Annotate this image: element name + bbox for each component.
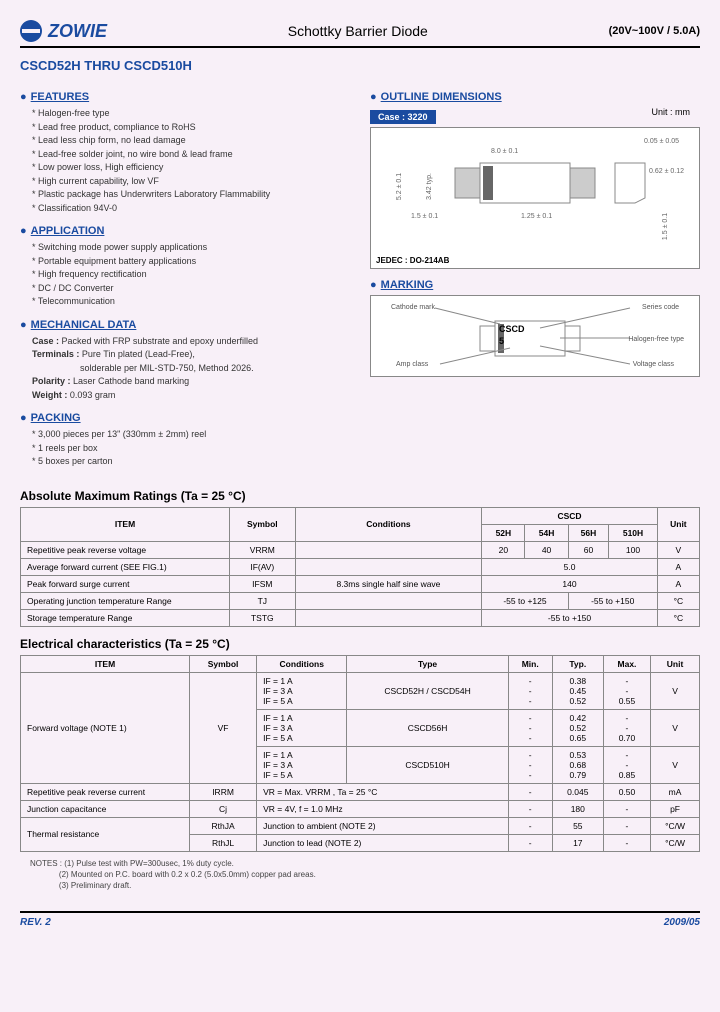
list-item: 1 reels per box xyxy=(32,442,350,456)
outline-head: OUTLINE DIMENSIONS xyxy=(370,91,700,103)
table-row: Forward voltage (NOTE 1) VF IF = 1 AIF =… xyxy=(21,672,700,709)
list-item: High frequency rectification xyxy=(32,268,350,282)
list-item: Classification 94V-0 xyxy=(32,202,350,216)
marking-five: 5 xyxy=(499,336,504,346)
packing-list: 3,000 pieces per 13" (330mm ± 2mm) reel … xyxy=(32,428,350,469)
features-list: Halogen-free type Lead free product, com… xyxy=(32,107,350,215)
th: Unit xyxy=(651,655,700,672)
table-row: Operating junction temperature Range TJ … xyxy=(21,592,700,609)
cathode-mark-label: Cathode mark xyxy=(391,304,435,311)
unit-label: Unit : mm xyxy=(651,107,690,117)
list-item: Switching mode power supply applications xyxy=(32,241,350,255)
terminals-value1: Pure Tin plated (Lead-Free), xyxy=(82,349,195,359)
th-symbol: Symbol xyxy=(230,507,296,541)
abs-ratings-table: ITEM Symbol Conditions CSCD Unit 52H 54H… xyxy=(20,507,700,627)
weight-label: Weight : xyxy=(32,390,67,400)
polarity-label: Polarity : xyxy=(32,376,71,386)
voltage-class-label: Voltage class xyxy=(633,361,674,368)
notes-section: NOTES : (1) Pulse test with PW=300usec, … xyxy=(30,858,700,892)
th-col: 52H xyxy=(482,524,525,541)
th-item: ITEM xyxy=(21,507,230,541)
th: ITEM xyxy=(21,655,190,672)
list-item: Lead-free solder joint, no wire bond & l… xyxy=(32,148,350,162)
brand-logo: ZOWIE xyxy=(20,20,107,42)
elec-char-table: ITEM Symbol Conditions Type Min. Typ. Ma… xyxy=(20,655,700,852)
th-col: 54H xyxy=(525,524,568,541)
mechanical-data: Case : Packed with FRP substrate and epo… xyxy=(32,335,350,403)
amp-class-label: Amp class xyxy=(396,361,428,368)
th-cscd: CSCD xyxy=(482,507,657,524)
elec-char-title: Electrical characteristics (Ta = 25 °C) xyxy=(20,637,700,651)
table-row: Junction capacitance Cj VR = 4V, f = 1.0… xyxy=(21,800,700,817)
note-3: (3) Preliminary draft. xyxy=(59,881,131,890)
logo-icon xyxy=(20,20,42,42)
table-row: Storage temperature Range TSTG -55 to +1… xyxy=(21,609,700,626)
polarity-value: Laser Cathode band marking xyxy=(73,376,189,386)
revision: REV. 2 xyxy=(20,917,51,928)
terminals-label: Terminals : xyxy=(32,349,79,359)
features-head: FEATURES xyxy=(20,91,350,103)
weight-value: 0.093 gram xyxy=(70,390,116,400)
th: Type xyxy=(347,655,508,672)
outline-diagram: 8.0 ± 0.1 0.05 ± 0.05 5.2 ± 0.1 3.42 typ… xyxy=(370,127,700,269)
th-col: 510H xyxy=(609,524,657,541)
list-item: Telecommunication xyxy=(32,295,350,309)
series-code-label: Series code xyxy=(642,304,679,311)
spec-range: (20V~100V / 5.0A) xyxy=(609,25,700,37)
case-value: Packed with FRP substrate and epoxy unde… xyxy=(62,336,258,346)
list-item: Lead free product, compliance to RoHS xyxy=(32,121,350,135)
marking-cscd: CSCD xyxy=(499,324,525,334)
list-item: DC / DC Converter xyxy=(32,282,350,296)
table-row: Repetitive peak reverse current IRRM VR … xyxy=(21,783,700,800)
case-label: Case : xyxy=(32,336,59,346)
marking-diagram: Cathode mark Series code Amp class Halog… xyxy=(370,295,700,377)
brand-name: ZOWIE xyxy=(48,21,107,42)
list-item: Low power loss, High efficiency xyxy=(32,161,350,175)
note-2: (2) Mounted on P.C. board with 0.2 x 0.2… xyxy=(59,870,316,879)
th: Conditions xyxy=(257,655,347,672)
case-tag: Case : 3220 xyxy=(370,110,436,124)
part-number-title: CSCD52H THRU CSCD510H xyxy=(20,58,700,73)
list-item: High current capability, low VF xyxy=(32,175,350,189)
table-row: Thermal resistance RthJA Junction to amb… xyxy=(21,817,700,834)
page-footer: REV. 2 2009/05 xyxy=(20,911,700,928)
jedec-label: JEDEC : DO-214AB xyxy=(376,256,449,265)
list-item: Lead less chip form, no lead damage xyxy=(32,134,350,148)
th-unit: Unit xyxy=(657,507,699,541)
page-header: ZOWIE Schottky Barrier Diode (20V~100V /… xyxy=(20,20,700,48)
th: Max. xyxy=(603,655,650,672)
th-col: 56H xyxy=(568,524,609,541)
application-head: APPLICATION xyxy=(20,225,350,237)
package-drawing-icon xyxy=(371,128,699,268)
footer-date: 2009/05 xyxy=(664,917,700,928)
halogen-label: Halogen-free type xyxy=(628,336,684,343)
notes-label: NOTES : xyxy=(30,859,62,868)
th-conditions: Conditions xyxy=(295,507,482,541)
packing-head: PACKING xyxy=(20,412,350,424)
th: Typ. xyxy=(552,655,603,672)
application-list: Switching mode power supply applications… xyxy=(32,241,350,309)
th: Symbol xyxy=(190,655,257,672)
marking-head: MARKING xyxy=(370,279,700,291)
table-row: Repetitive peak reverse voltage VRRM 20 … xyxy=(21,541,700,558)
table-row: Average forward current (SEE FIG.1) IF(A… xyxy=(21,558,700,575)
th: Min. xyxy=(508,655,552,672)
list-item: Portable equipment battery applications xyxy=(32,255,350,269)
note-1: (1) Pulse test with PW=300usec, 1% duty … xyxy=(64,859,234,868)
list-item: 5 boxes per carton xyxy=(32,455,350,469)
mechanical-head: MECHANICAL DATA xyxy=(20,319,350,331)
doc-title: Schottky Barrier Diode xyxy=(288,23,428,39)
list-item: Halogen-free type xyxy=(32,107,350,121)
list-item: 3,000 pieces per 13" (330mm ± 2mm) reel xyxy=(32,428,350,442)
list-item: Plastic package has Underwriters Laborat… xyxy=(32,188,350,202)
terminals-value2: solderable per MIL-STD-750, Method 2026. xyxy=(80,363,254,373)
abs-ratings-title: Absolute Maximum Ratings (Ta = 25 °C) xyxy=(20,489,700,503)
table-row: Peak forward surge current IFSM 8.3ms si… xyxy=(21,575,700,592)
